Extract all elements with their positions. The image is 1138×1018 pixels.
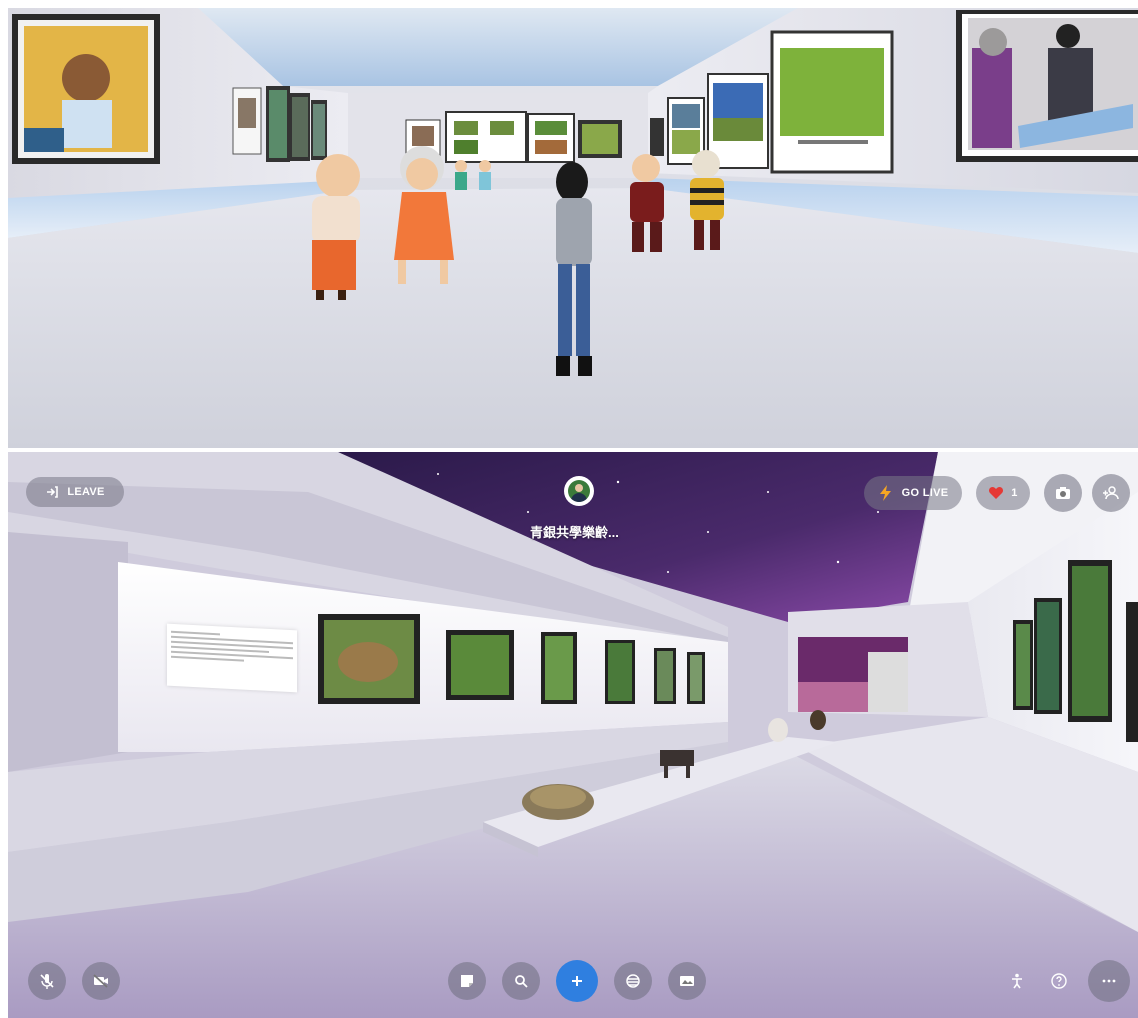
gallery-scene-top — [8, 8, 1138, 448]
plus-icon — [572, 976, 582, 986]
video-off-icon — [93, 974, 108, 988]
go-live-label: GO LIVE — [901, 487, 949, 499]
mic-button[interactable] — [28, 962, 66, 1000]
likes-button[interactable]: 1 — [976, 476, 1030, 510]
mic-muted-icon — [40, 974, 54, 989]
notes-button[interactable] — [448, 962, 486, 1000]
image-icon — [680, 976, 694, 986]
wall-info-panel — [167, 623, 297, 693]
go-live-button[interactable]: GO LIVE — [864, 476, 962, 510]
add-button[interactable] — [556, 960, 598, 1002]
search-icon — [515, 975, 528, 988]
video-button[interactable] — [82, 962, 120, 1000]
leave-button[interactable]: LEAVE — [26, 477, 124, 507]
more-button[interactable] — [1088, 960, 1130, 1002]
invite-button[interactable] — [1092, 474, 1130, 512]
question-icon — [1051, 973, 1067, 989]
avatar-elderly-man — [312, 154, 360, 300]
person-icon — [1012, 973, 1022, 989]
sticky-note-icon — [461, 975, 473, 987]
gallery-scene-bottom: LEAVE 青銀共學樂齡... GO LIVE 1 — [8, 452, 1138, 1018]
lightning-icon — [879, 485, 891, 501]
likes-count: 1 — [1011, 487, 1018, 499]
leave-label: LEAVE — [67, 486, 105, 498]
more-icon — [1102, 979, 1116, 983]
share-screen-button[interactable] — [668, 962, 706, 1000]
emote-button[interactable] — [614, 962, 652, 1000]
camera-button[interactable] — [1044, 474, 1082, 512]
accessibility-button[interactable] — [998, 962, 1036, 1000]
camera-icon — [1056, 487, 1070, 499]
heart-icon — [989, 486, 1004, 499]
add-person-icon — [1103, 486, 1119, 500]
exit-icon — [47, 486, 59, 498]
wind-icon — [626, 974, 640, 988]
search-button[interactable] — [502, 962, 540, 1000]
help-button[interactable] — [1040, 962, 1078, 1000]
avatar[interactable] — [564, 476, 594, 506]
room-title: 青銀共學樂齡... — [530, 525, 619, 540]
